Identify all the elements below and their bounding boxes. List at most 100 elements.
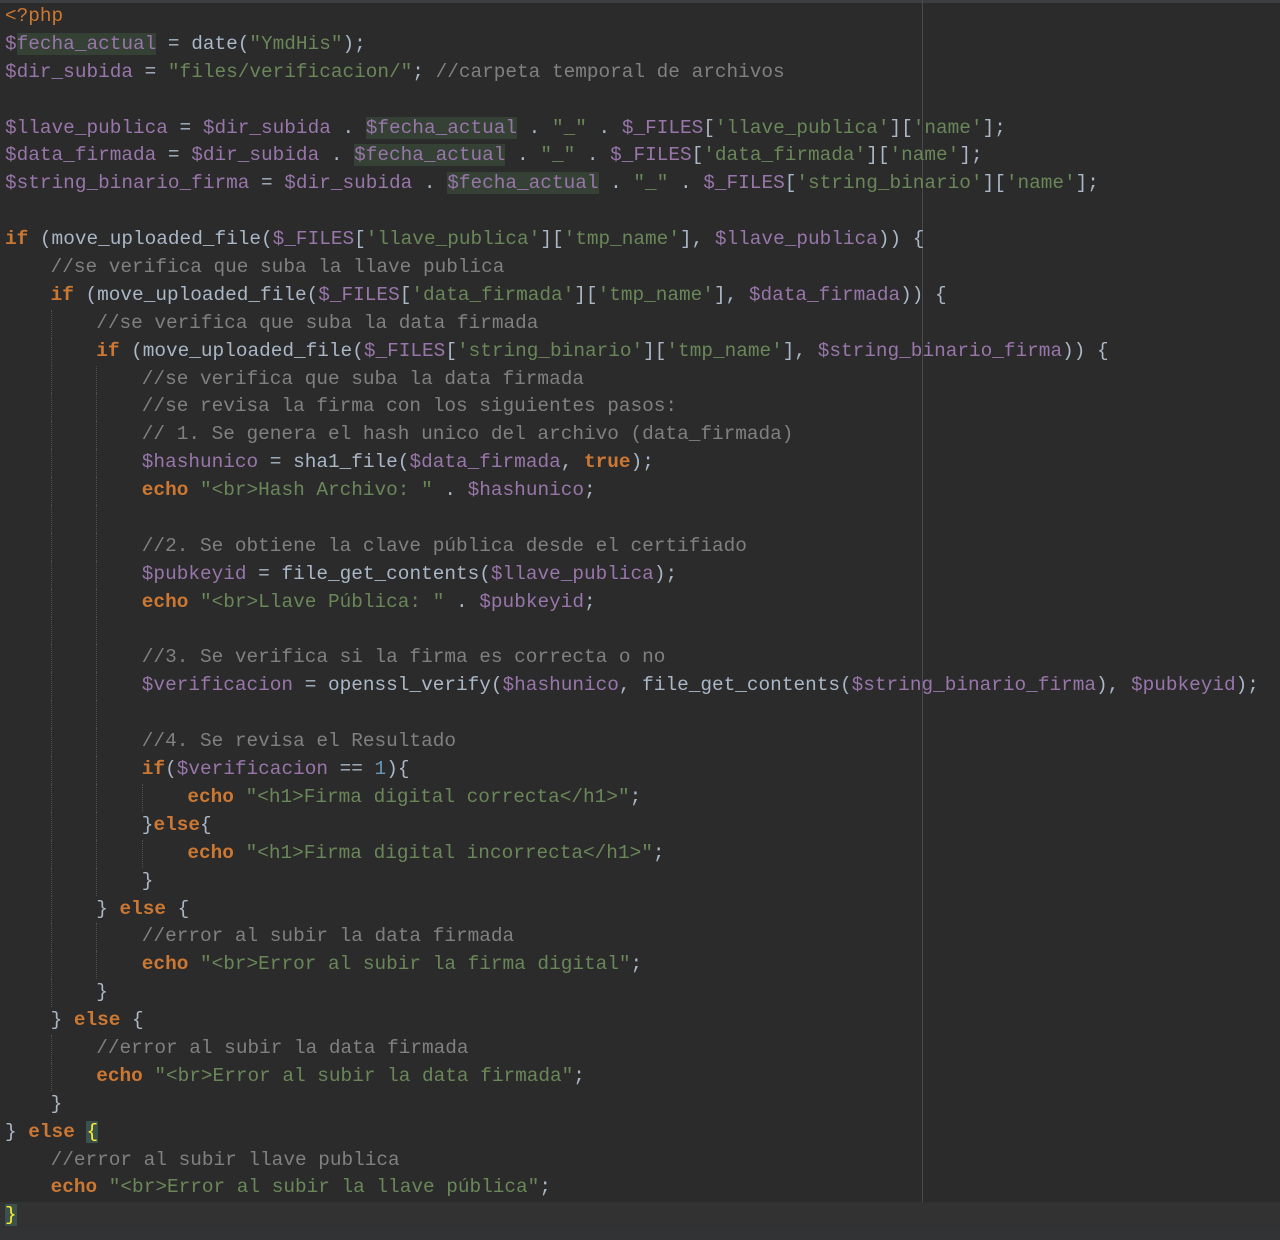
code-token-var: $dir_subida xyxy=(5,60,133,83)
code-token-bracehl: { xyxy=(86,1120,99,1143)
code-token-str: 'name' xyxy=(1005,172,1076,195)
code-token-op: . xyxy=(330,116,366,139)
code-line[interactable] xyxy=(0,505,1280,533)
code-token-tag: <?php xyxy=(5,5,64,27)
indent-guide xyxy=(96,644,98,673)
code-area[interactable]: <?php $fecha_actual = date("YmdHis"); $dir… xyxy=(0,3,1280,1231)
indent-guide xyxy=(96,505,98,533)
code-token-op xyxy=(143,1065,155,1087)
editor-bottom-bar xyxy=(0,1229,1280,1240)
code-line[interactable]: <?php xyxy=(0,3,1280,31)
indent-guide xyxy=(96,477,98,506)
code-line[interactable] xyxy=(0,700,1280,729)
code-line[interactable]: } else { xyxy=(0,895,1280,924)
indent-guide xyxy=(96,532,98,561)
code-token-var: $_FILES xyxy=(272,228,355,251)
code-line[interactable] xyxy=(0,616,1280,645)
code-line[interactable]: //error al subir la data firmada xyxy=(0,923,1280,952)
code-token-kw: echo xyxy=(50,1176,98,1199)
code-token-cmt: // 1. Se genera el hash unico del archiv… xyxy=(141,423,794,446)
code-line[interactable]: // 1. Se genera el hash unico del archiv… xyxy=(0,421,1280,450)
code-token-kw: else xyxy=(73,1009,121,1032)
code-token-op xyxy=(97,1176,109,1198)
code-token-str: 'name' xyxy=(889,144,960,167)
code-token-op xyxy=(234,842,246,864)
code-token-op: )) { xyxy=(900,283,947,306)
code-line[interactable]: $verificacion = openssl_verify($hashunic… xyxy=(0,672,1280,701)
code-line[interactable]: } xyxy=(0,979,1280,1008)
code-token-var: $llave_publica xyxy=(490,562,654,585)
code-line[interactable]: if (move_uploaded_file($_FILES['llave_pu… xyxy=(0,226,1280,254)
code-line[interactable] xyxy=(0,198,1280,226)
code-token-op: ], xyxy=(782,339,818,362)
indent-guide xyxy=(50,923,52,952)
code-token-cmt: //3. Se verifica si la firma es correcta… xyxy=(141,646,666,669)
code-line[interactable]: echo "<br>Llave Pública: " . $pubkeyid; xyxy=(0,588,1280,617)
code-line[interactable]: $string_binario_firma = $dir_subida . $f… xyxy=(0,170,1280,198)
code-line[interactable]: echo "<br>Error al subir la llave públic… xyxy=(0,1174,1280,1202)
code-line[interactable]: } xyxy=(0,1091,1280,1119)
code-token-op: ]; xyxy=(959,144,983,167)
code-line[interactable] xyxy=(0,87,1280,115)
code-token-var: $hashunico xyxy=(141,451,259,474)
code-token-op: ; xyxy=(584,590,596,613)
code-token-cmt: //se revisa la firma con los siguientes … xyxy=(141,395,678,418)
code-line[interactable]: } xyxy=(0,1202,1280,1231)
code-token-str: "<br>Llave Pública: " xyxy=(199,590,445,613)
code-line[interactable]: $dir_subida = "files/verificacion/"; //c… xyxy=(0,59,1280,87)
code-token-str: "_" xyxy=(540,144,576,167)
code-line[interactable]: //se verifica que suba la llave publica xyxy=(0,254,1280,282)
code-line[interactable]: echo "<br>Error al subir la firma digita… xyxy=(0,951,1280,980)
code-line[interactable]: }else{ xyxy=(0,811,1280,840)
code-line[interactable]: $fecha_actual = date("YmdHis"); xyxy=(0,31,1280,59)
indent-guide xyxy=(96,449,98,478)
code-line[interactable]: } xyxy=(0,867,1280,896)
code-line[interactable]: $hashunico = sha1_file($data_firmada, tr… xyxy=(0,449,1280,478)
code-token-kw: echo xyxy=(141,953,189,976)
code-line[interactable]: //4. Se revisa el Resultado xyxy=(0,728,1280,757)
code-line[interactable]: $llave_publica = $dir_subida . $fecha_ac… xyxy=(0,115,1280,143)
code-token-op: = xyxy=(133,60,168,83)
indent-guide xyxy=(50,1034,52,1063)
code-token-str: "_" xyxy=(633,172,669,195)
code-line[interactable]: echo "<br>Error al subir la data firmada… xyxy=(0,1062,1280,1091)
code-token-op: } xyxy=(50,1009,74,1032)
code-line[interactable]: //error al subir llave publica xyxy=(0,1147,1280,1175)
code-token-op: ; xyxy=(629,785,642,808)
code-line[interactable]: //se revisa la firma con los siguientes … xyxy=(0,393,1280,422)
code-token-op xyxy=(188,479,200,501)
code-token-op: ][ xyxy=(866,144,890,167)
code-token-str: "<h1>Firma digital incorrecta</h1>" xyxy=(245,841,653,864)
code-line[interactable]: if (move_uploaded_file($_FILES['string_b… xyxy=(0,337,1280,366)
code-line[interactable]: echo "<br>Hash Archivo: " . $hashunico; xyxy=(0,477,1280,506)
code-token-var: $_FILES xyxy=(621,116,704,139)
code-line[interactable]: //error al subir la data firmada xyxy=(0,1034,1280,1063)
code-line[interactable]: if($verificacion == 1){ xyxy=(0,756,1280,784)
code-token-op: . xyxy=(575,144,611,167)
code-line[interactable]: if (move_uploaded_file($_FILES['data_fir… xyxy=(0,282,1280,310)
code-line[interactable]: //se verifica que suba la data firmada xyxy=(0,365,1280,394)
code-line[interactable]: echo "<h1>Firma digital incorrecta</h1>"… xyxy=(0,839,1280,868)
code-token-cmt: //carpeta temporal de archivos xyxy=(435,60,785,83)
indent-guide xyxy=(50,616,52,645)
code-editor[interactable]: <?php $fecha_actual = date("YmdHis"); $dir… xyxy=(0,0,1280,1240)
code-line[interactable]: $pubkeyid = file_get_contents($llave_pub… xyxy=(0,560,1280,589)
code-token-op: } xyxy=(96,897,120,920)
code-token-op xyxy=(188,591,200,613)
code-line[interactable]: echo "<h1>Firma digital correcta</h1>"; xyxy=(0,783,1280,812)
indent-guide xyxy=(50,588,52,617)
code-token-var: $verificacion xyxy=(176,758,328,781)
code-token-kw: else xyxy=(28,1120,75,1143)
code-line[interactable]: //se verifica que suba la data firmada xyxy=(0,309,1280,338)
code-token-op: ][ xyxy=(643,339,667,362)
code-line[interactable]: //3. Se verifica si la firma es correcta… xyxy=(0,644,1280,673)
code-line[interactable]: } else { xyxy=(0,1119,1280,1147)
code-token-kw: true xyxy=(584,451,631,474)
code-line[interactable]: } else { xyxy=(0,1007,1280,1035)
code-token-var: $_FILES xyxy=(703,172,785,195)
code-token-kw: if xyxy=(5,228,29,251)
code-token-op: ][ xyxy=(540,228,564,251)
code-line[interactable]: //2. Se obtiene la clave pública desde e… xyxy=(0,532,1280,561)
code-token-varhl: $fecha_actual xyxy=(354,144,506,167)
code-line[interactable]: $data_firmada = $dir_subida . $fecha_act… xyxy=(0,142,1280,170)
